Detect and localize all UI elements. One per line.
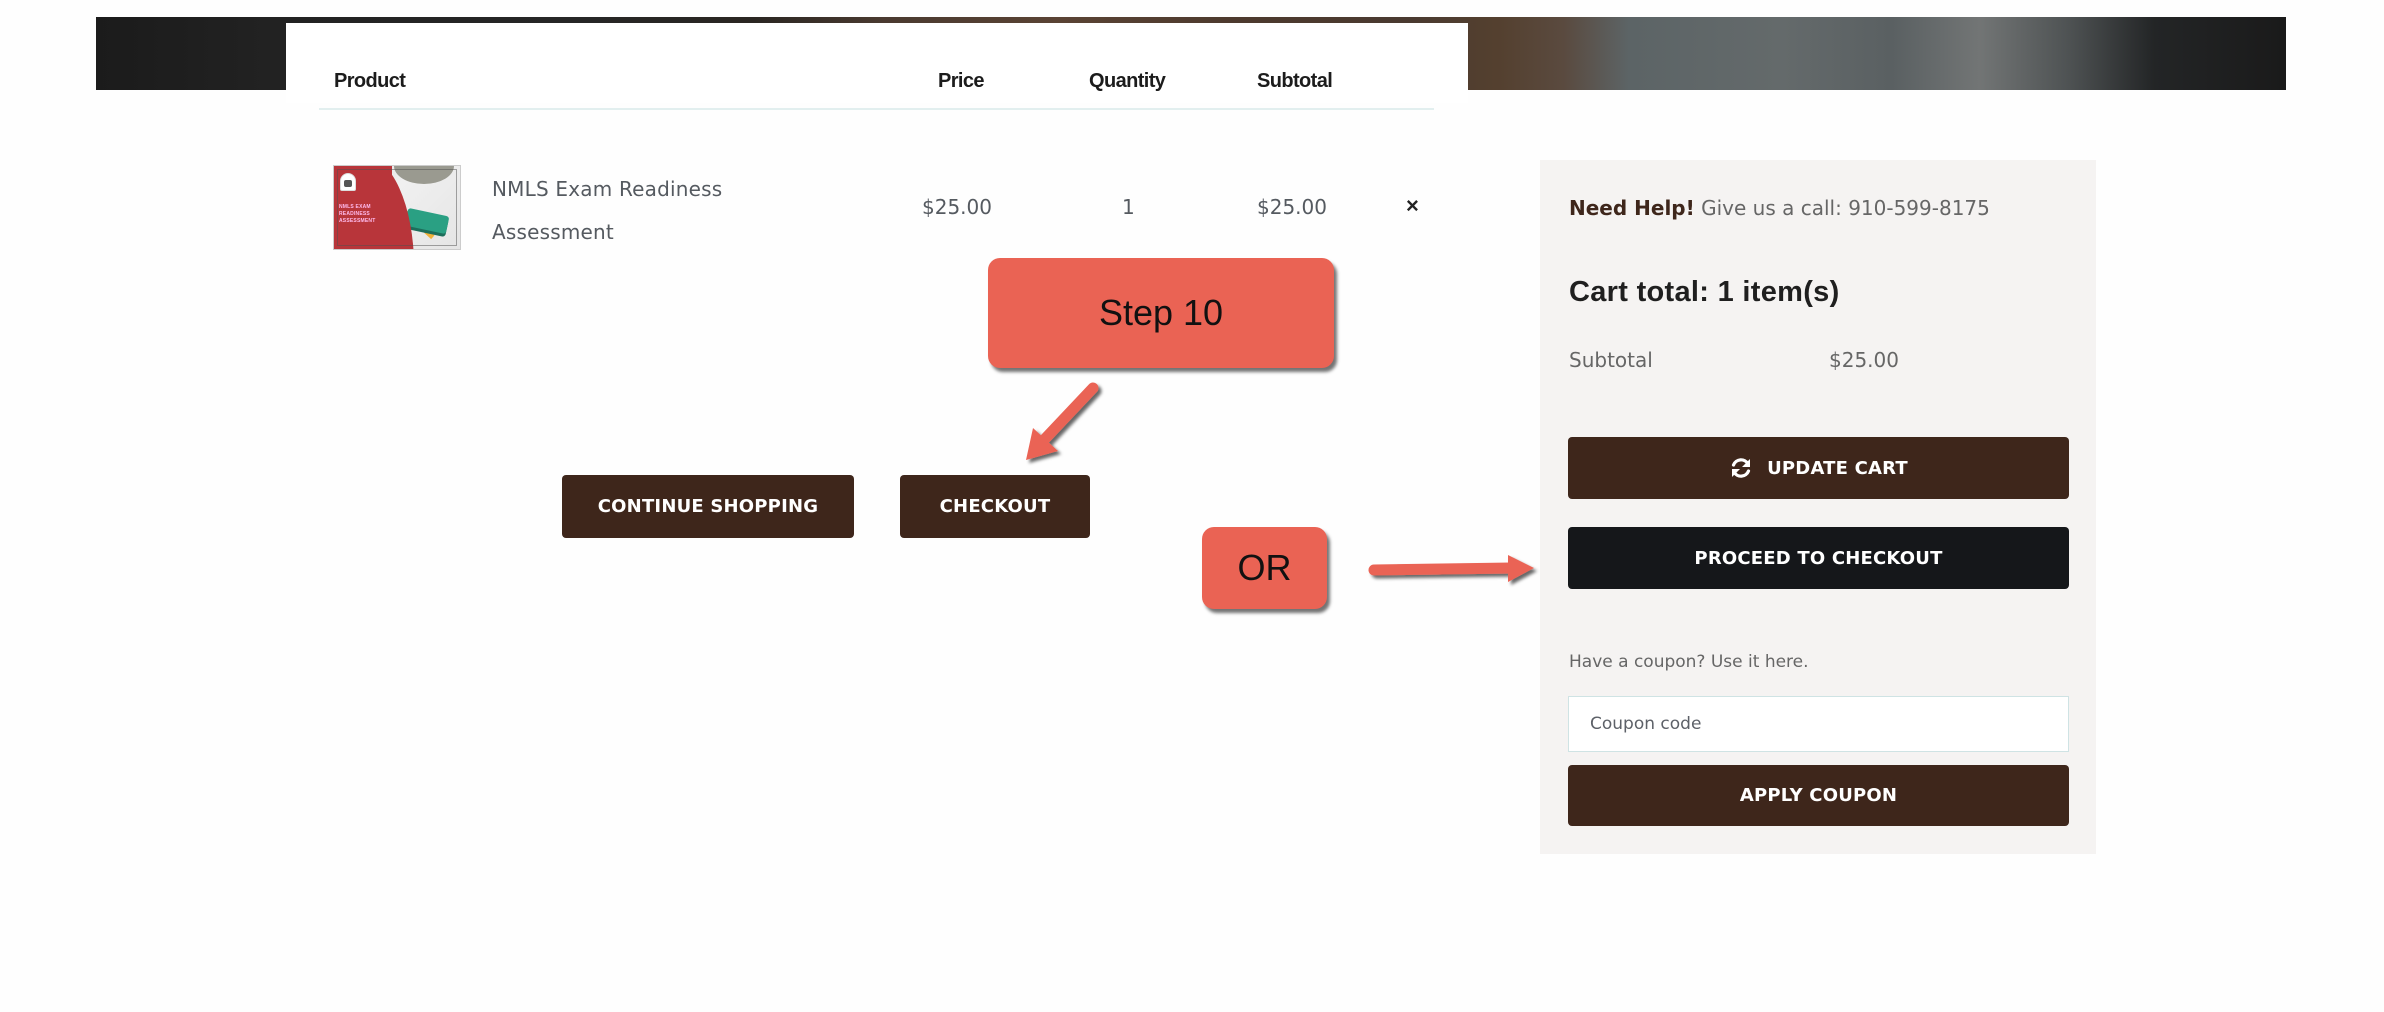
product-name-line[interactable]: Assessment [492,211,792,254]
coupon-label: Have a coupon? Use it here. [1569,652,1809,672]
refresh-icon [1731,458,1751,478]
column-header-subtotal: Subtotal [1257,70,1333,92]
subtotal-label: Subtotal [1569,348,1653,372]
step-callout-label: Step 10 [1098,292,1224,333]
help-text: Need Help! Give us a call: 910-599-8175 [1569,196,1990,220]
column-header-quantity: Quantity [1089,70,1166,92]
step-callout: Step 10 [988,258,1334,368]
product-price: $25.00 [922,195,992,219]
thumbnail-logo-icon [340,173,356,191]
product-name-link[interactable]: NMLS Exam Readiness Assessment [492,168,792,254]
column-header-price: Price [938,70,985,92]
column-header-product: Product [334,70,406,92]
table-header-divider [319,108,1434,110]
proceed-to-checkout-button[interactable]: PROCEED TO CHECKOUT [1568,527,2069,589]
checkout-button[interactable]: CHECKOUT [900,475,1090,538]
help-bold-label: Need Help! [1569,196,1695,220]
or-callout-label: OR [1237,547,1292,588]
thumbnail-text: NMLS EXAM READINESS ASSESSMENT [339,204,376,224]
continue-shopping-button[interactable]: CONTINUE SHOPPING [562,475,854,538]
help-phone-text: Give us a call: 910-599-8175 [1694,196,1990,220]
subtotal-value: $25.00 [1829,348,1899,372]
or-callout: OR [1202,527,1327,609]
product-name-line[interactable]: NMLS Exam Readiness [492,168,792,211]
update-cart-label: UPDATE CART [1767,457,1908,479]
product-subtotal: $25.00 [1257,195,1327,219]
arrow-to-proceed-icon [1368,555,1534,582]
cart-total-heading: Cart total: 1 item(s) [1569,276,1840,308]
coupon-code-input[interactable] [1568,696,2069,752]
product-thumbnail[interactable]: NMLS EXAM READINESS ASSESSMENT [333,165,461,250]
quantity-input[interactable]: 1 [1122,195,1135,219]
arrow-to-checkout-icon [1026,382,1099,460]
update-cart-button[interactable]: UPDATE CART [1568,437,2069,499]
apply-coupon-button[interactable]: APPLY COUPON [1568,765,2069,826]
remove-item-icon[interactable]: × [1406,193,1419,219]
